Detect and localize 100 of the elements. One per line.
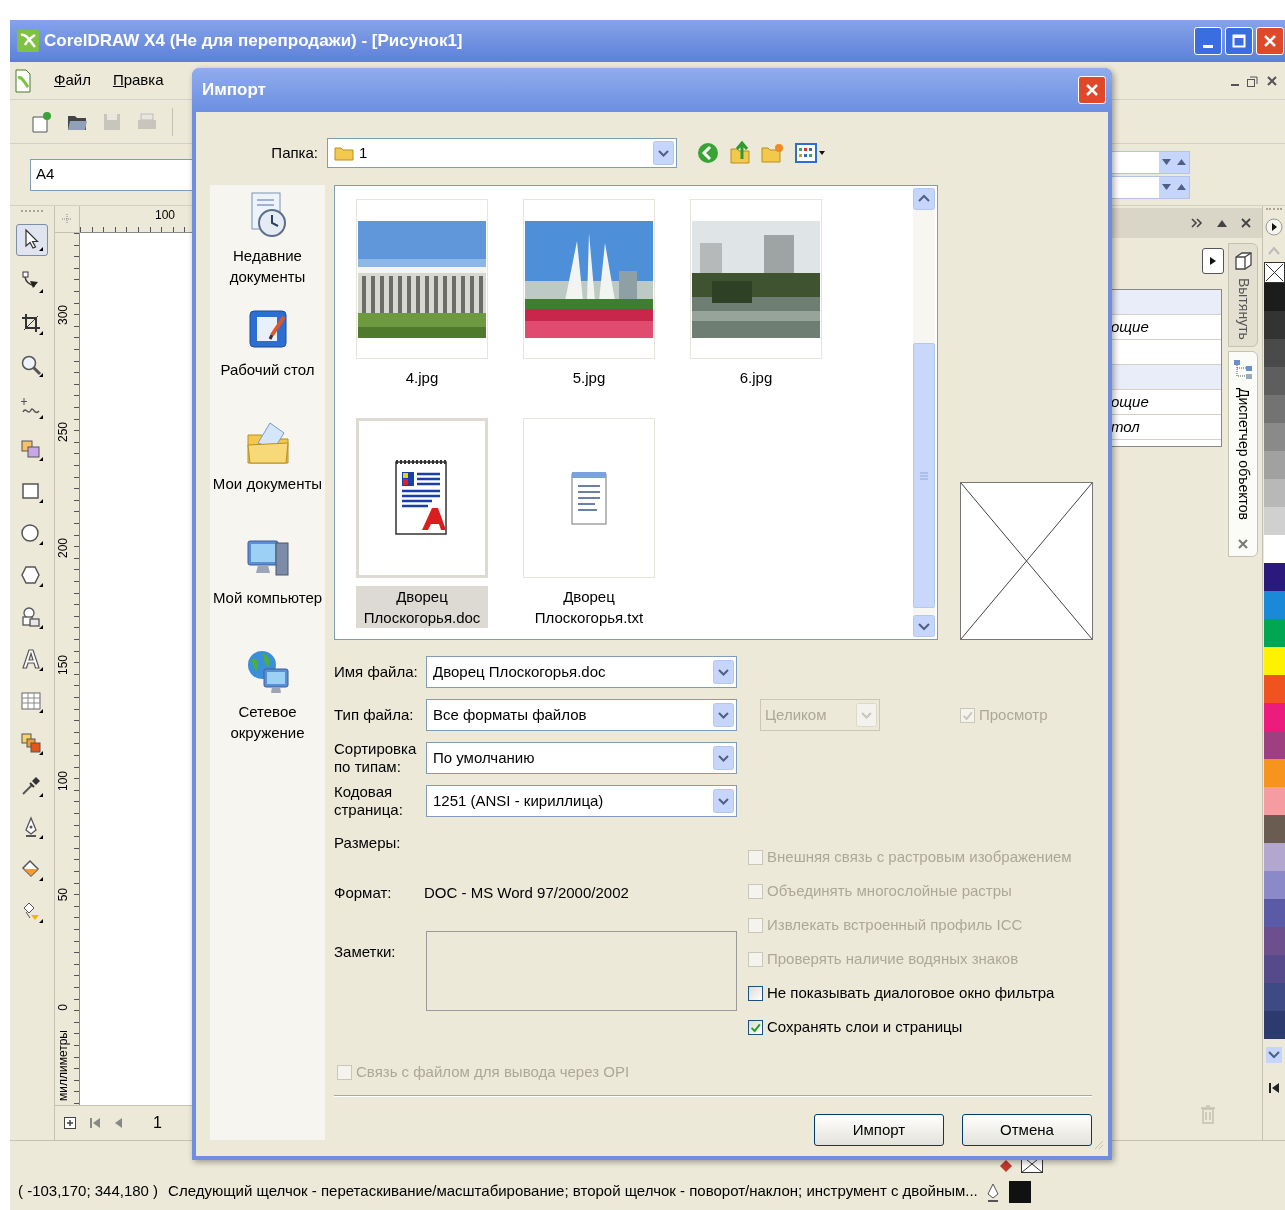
color-swatch[interactable] xyxy=(1263,927,1285,955)
places-item[interactable]: Мой компьютер xyxy=(210,533,325,647)
docker-tab[interactable]: Диспетчер объектов xyxy=(1228,350,1258,557)
close-icon[interactable] xyxy=(1237,537,1249,550)
tool-button[interactable] xyxy=(16,224,48,256)
color-swatch[interactable] xyxy=(1263,479,1285,507)
import-button[interactable]: Импорт xyxy=(814,1114,944,1146)
checkbox[interactable] xyxy=(748,985,763,1001)
color-swatch[interactable] xyxy=(1263,619,1285,647)
cross-icon xyxy=(1264,263,1284,282)
places-item[interactable]: Сетевое окружение xyxy=(210,647,325,761)
color-swatch[interactable] xyxy=(1263,507,1285,535)
color-swatch[interactable] xyxy=(1263,759,1285,787)
folder-combo[interactable]: 1 xyxy=(327,138,677,168)
color-swatch[interactable] xyxy=(1263,983,1285,1011)
field-label: Тип файла: xyxy=(334,706,415,724)
places-item[interactable]: Рабочий стол xyxy=(210,305,325,419)
color-swatch[interactable] xyxy=(1263,731,1285,759)
object-tree-icon xyxy=(1232,357,1254,382)
scrollbar-thumb[interactable] xyxy=(913,343,935,608)
color-swatch[interactable] xyxy=(1263,311,1285,339)
color-swatch[interactable] xyxy=(1263,899,1285,927)
minimize-icon[interactable] xyxy=(1231,83,1239,86)
file-item[interactable]: 6.jpg xyxy=(690,199,822,388)
color-swatch[interactable] xyxy=(1263,283,1285,311)
menu-item[interactable]: Файл xyxy=(54,69,91,92)
close-button[interactable] xyxy=(1256,27,1284,55)
checkbox[interactable] xyxy=(748,1019,763,1035)
color-swatch[interactable] xyxy=(1263,339,1285,367)
color-swatch[interactable] xyxy=(1263,451,1285,479)
no-color-swatch[interactable] xyxy=(1263,262,1285,283)
color-swatch[interactable] xyxy=(1263,675,1285,703)
checkbox-label: Объединять многослойные растры xyxy=(767,880,1012,901)
combo-box[interactable]: Дворец Плоскогорья.doc xyxy=(426,656,737,688)
color-swatch[interactable] xyxy=(1263,591,1285,619)
close-icon[interactable] xyxy=(1240,217,1252,229)
spin-arrows-icon xyxy=(1159,151,1189,173)
paint-bucket-icon xyxy=(19,857,45,883)
cancel-button[interactable]: Отмена xyxy=(962,1114,1092,1146)
new-document-icon[interactable] xyxy=(30,110,52,133)
ruler-label: 100 xyxy=(57,771,70,792)
close-icon[interactable] xyxy=(1265,73,1279,88)
color-swatch[interactable] xyxy=(1263,787,1285,815)
minimize-button[interactable] xyxy=(1194,27,1222,55)
color-swatch[interactable] xyxy=(1263,395,1285,423)
close-icon xyxy=(1085,83,1099,97)
basic-shapes-icon xyxy=(19,605,45,631)
color-swatch[interactable] xyxy=(1263,815,1285,843)
table-icon xyxy=(19,689,45,715)
color-swatch[interactable] xyxy=(1263,535,1285,563)
cursor-coordinates: ( -103,170; 344,180 ) xyxy=(18,1181,159,1202)
menu-item[interactable]: Правка xyxy=(112,69,164,92)
places-item[interactable]: Недавние документы xyxy=(210,191,325,305)
color-swatch[interactable] xyxy=(1263,1011,1285,1039)
smart-fill-icon xyxy=(19,437,45,463)
scroll-down-icon[interactable] xyxy=(913,615,935,637)
combo-box[interactable]: По умолчанию xyxy=(426,742,737,774)
color-swatch[interactable] xyxy=(1263,955,1285,983)
node-edit-icon xyxy=(19,269,45,295)
color-swatch[interactable] xyxy=(1263,423,1285,451)
cube-icon xyxy=(1232,250,1254,272)
last-color-icon[interactable] xyxy=(1268,1081,1280,1095)
scroll-up-icon[interactable] xyxy=(913,188,935,210)
close-button[interactable] xyxy=(1078,76,1106,104)
file-item[interactable]: Дворец Плоскогорья.txt xyxy=(523,418,655,628)
crop-icon xyxy=(19,311,45,337)
combo-box[interactable]: Все форматы файлов xyxy=(426,699,737,731)
checkbox-label: Не показывать диалоговое окно фильтра xyxy=(767,982,1055,1003)
views-menu-icon[interactable] xyxy=(795,142,827,164)
minimize-icon xyxy=(1203,44,1213,48)
resize-grip-icon[interactable] xyxy=(1092,1138,1104,1150)
file-item[interactable]: Дворец Плоскогорья.doc xyxy=(356,418,488,628)
color-swatch[interactable] xyxy=(1263,367,1285,395)
double-chevron-icon[interactable] xyxy=(1190,217,1204,229)
places-item[interactable]: Мои документы xyxy=(210,419,325,533)
document-logo-icon xyxy=(14,68,32,93)
vertical-scrollbar[interactable] xyxy=(913,188,935,637)
docker-tab[interactable]: Вытянуть xyxy=(1228,243,1258,347)
file-item[interactable]: 4.jpg xyxy=(356,199,488,388)
ruler-label: 150 xyxy=(57,654,70,675)
color-swatch[interactable] xyxy=(1263,871,1285,899)
first-page-icon[interactable] xyxy=(89,1116,101,1130)
scroll-down-icon[interactable] xyxy=(1266,1047,1282,1063)
color-swatch[interactable] xyxy=(1263,843,1285,871)
file-item[interactable]: 5.jpg xyxy=(523,199,655,388)
add-page-icon[interactable] xyxy=(63,1116,77,1130)
color-swatch[interactable] xyxy=(1263,647,1285,675)
color-swatch[interactable] xyxy=(1263,563,1285,591)
checkbox-label: Сохранять слои и страницы xyxy=(767,1016,963,1037)
folder-icon xyxy=(334,145,354,161)
flyout-button[interactable] xyxy=(1202,248,1224,274)
palette-menu-icon[interactable] xyxy=(1265,218,1283,236)
color-swatch[interactable] xyxy=(1263,703,1285,731)
restore-icon[interactable] xyxy=(1245,73,1259,88)
up-folder-icon[interactable] xyxy=(729,141,751,165)
previous-page-icon[interactable] xyxy=(113,1116,123,1130)
collapse-arrow-icon[interactable] xyxy=(1216,218,1228,228)
maximize-button[interactable] xyxy=(1225,27,1253,55)
ruler-label: 100 xyxy=(155,209,176,221)
combo-box[interactable]: 1251 (ANSI - кириллица) xyxy=(426,785,737,817)
